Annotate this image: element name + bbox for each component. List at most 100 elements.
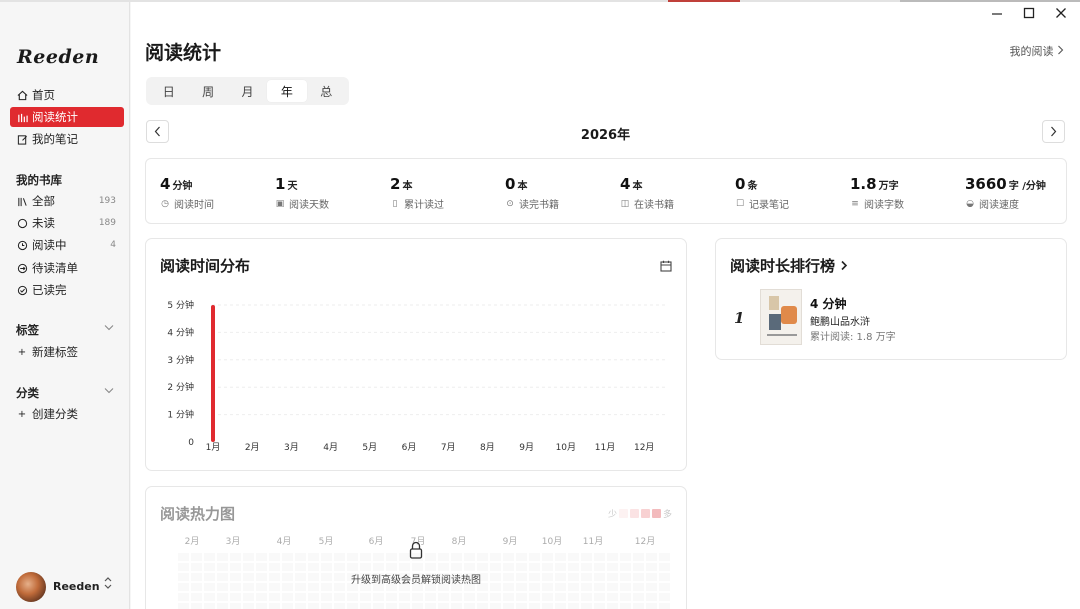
sidebar-item-unread[interactable]: 未读 189 bbox=[10, 213, 124, 233]
y-tick-label: 4 分钟 bbox=[167, 326, 194, 338]
stat-value: 2 bbox=[390, 175, 401, 193]
sidebar-item-label: 首页 bbox=[32, 88, 55, 102]
stat-unit: 万字 bbox=[878, 181, 899, 192]
clock-icon bbox=[16, 240, 28, 251]
sidebar-item-reading[interactable]: 阅读中 4 bbox=[10, 235, 124, 255]
plus-icon: + bbox=[17, 408, 27, 420]
heatmap-cell bbox=[503, 593, 514, 601]
y-tick-label: 5 分钟 bbox=[167, 299, 194, 311]
lock-icon bbox=[146, 541, 686, 563]
count-badge: 189 bbox=[98, 218, 116, 228]
heatmap-cell bbox=[360, 563, 371, 571]
year-label: 2026年 bbox=[580, 128, 631, 143]
heatmap-cell bbox=[529, 563, 540, 571]
chevron-right-icon bbox=[1057, 45, 1064, 58]
maximize-icon[interactable] bbox=[1022, 6, 1036, 24]
heatmap-cell bbox=[542, 593, 553, 601]
heatmap-cell bbox=[425, 593, 436, 601]
stat-value: 3660 bbox=[965, 175, 1007, 193]
sidebar-item-to-read[interactable]: 待读清单 bbox=[10, 258, 124, 278]
heatmap-cell bbox=[659, 563, 670, 571]
heatmap-cell bbox=[373, 603, 384, 609]
stat-unit: 条 bbox=[747, 181, 758, 192]
tags-section-title[interactable]: 标签 bbox=[16, 322, 124, 338]
sidebar-item-all[interactable]: 全部 193 bbox=[10, 191, 124, 211]
tab-year[interactable]: 年 bbox=[267, 80, 307, 102]
heatmap-cell bbox=[646, 593, 657, 601]
heatmap-cell bbox=[178, 593, 189, 601]
clock-icon: ◷ bbox=[161, 198, 169, 209]
heatmap-cell bbox=[555, 603, 566, 609]
heatmap-cell bbox=[451, 593, 462, 601]
stat-label: 阅读速度 bbox=[979, 200, 1019, 211]
heatmap-cell bbox=[334, 593, 345, 601]
new-tag-button[interactable]: + 新建标签 bbox=[10, 342, 124, 362]
reading-time-bar-chart: 0 1 分钟 2 分钟 3 分钟 4 分钟 5 分钟 1月 2月 3月 4月 5月 6月 7月 8月 9月 1… bbox=[167, 299, 666, 453]
heatmap-cell bbox=[295, 563, 306, 571]
heatmap-cell bbox=[425, 563, 436, 571]
minimize-icon[interactable] bbox=[990, 6, 1004, 24]
heatmap-cell bbox=[204, 603, 215, 609]
close-icon[interactable] bbox=[1054, 6, 1068, 24]
stat-unit: 本 bbox=[517, 181, 528, 192]
bar[interactable] bbox=[211, 305, 215, 442]
heatmap-cell bbox=[425, 603, 436, 609]
category-section-title[interactable]: 分类 bbox=[16, 385, 124, 401]
stat-word-count: 1.8 万字 ≡ 阅读字数 bbox=[850, 175, 960, 211]
app-logo: Reeden bbox=[17, 46, 100, 68]
heatmap-cell bbox=[321, 603, 332, 609]
stat-reading-books: 4本 ◫ 在读书籍 bbox=[620, 175, 730, 211]
heatmap-cell bbox=[555, 563, 566, 571]
chevron-down-icon[interactable] bbox=[104, 324, 114, 334]
book-cover[interactable] bbox=[760, 289, 802, 345]
heatmap-cell bbox=[568, 603, 579, 609]
x-tick-label: 1月 bbox=[206, 442, 221, 453]
heatmap-cell bbox=[412, 593, 423, 601]
upgrade-message[interactable]: 升级到高级会员解锁阅读热图 bbox=[146, 571, 686, 586]
heatmap-cell bbox=[347, 603, 358, 609]
plus-icon: + bbox=[17, 346, 27, 358]
heatmap-cell bbox=[295, 603, 306, 609]
sidebar-item-reading-stats[interactable]: 阅读统计 bbox=[10, 107, 124, 127]
my-reading-link[interactable]: 我的阅读 bbox=[1010, 43, 1065, 59]
heatmap-cell bbox=[347, 593, 358, 601]
tab-total[interactable]: 总 bbox=[307, 80, 346, 102]
heatmap-cell bbox=[256, 563, 267, 571]
open-book-icon: ◫ bbox=[620, 198, 630, 209]
heatmap-cell bbox=[542, 563, 553, 571]
heatmap-cell bbox=[399, 603, 410, 609]
user-name[interactable]: Reeden bbox=[53, 580, 100, 593]
count-badge: 4 bbox=[110, 240, 116, 250]
period-tabs: 日 周 月 年 总 bbox=[146, 77, 349, 105]
tab-month[interactable]: 月 bbox=[228, 80, 267, 102]
chevron-down-icon[interactable] bbox=[104, 387, 114, 397]
heatmap-cell bbox=[321, 563, 332, 571]
stat-value: 4 bbox=[620, 175, 631, 193]
sidebar-item-home[interactable]: 首页 bbox=[10, 85, 124, 105]
tab-week[interactable]: 周 bbox=[188, 80, 227, 102]
stat-unit: 字 /分钟 bbox=[1008, 181, 1046, 192]
switch-account-icon[interactable] bbox=[104, 576, 112, 592]
stat-value: 0 bbox=[505, 175, 516, 193]
heatmap-cell bbox=[360, 593, 371, 601]
bar-chart-icon bbox=[16, 112, 28, 123]
y-tick-label: 1 分钟 bbox=[167, 409, 194, 421]
heatmap-cell bbox=[659, 593, 670, 601]
new-tag-label: 新建标签 bbox=[32, 345, 78, 359]
heatmap-cell bbox=[451, 603, 462, 609]
next-year-button[interactable] bbox=[1042, 120, 1065, 143]
heatmap-cell bbox=[516, 593, 527, 601]
stat-reading-days: 1天 ▣ 阅读天数 bbox=[275, 175, 385, 211]
stats-summary-card: 4 分钟 ◷ 阅读时间 1天 ▣ 阅读天数 2本 ▯ 累计读过 0本 ⊙ 读完书籍 4本 … bbox=[145, 158, 1067, 224]
x-tick-label: 6月 bbox=[402, 442, 417, 453]
avatar[interactable] bbox=[16, 572, 46, 602]
new-category-button[interactable]: + 创建分类 bbox=[10, 404, 124, 424]
stat-label: 读完书籍 bbox=[519, 200, 559, 211]
sidebar-item-finished[interactable]: 已读完 bbox=[10, 280, 124, 300]
sidebar-item-label: 已读完 bbox=[32, 283, 67, 297]
tab-day[interactable]: 日 bbox=[149, 80, 188, 102]
heatmap-cell bbox=[490, 603, 501, 609]
ranking-title-link[interactable]: 阅读时长排行榜 bbox=[730, 255, 848, 276]
sidebar-item-notes[interactable]: 我的笔记 bbox=[10, 129, 124, 149]
x-tick-label: 2月 bbox=[245, 442, 260, 453]
